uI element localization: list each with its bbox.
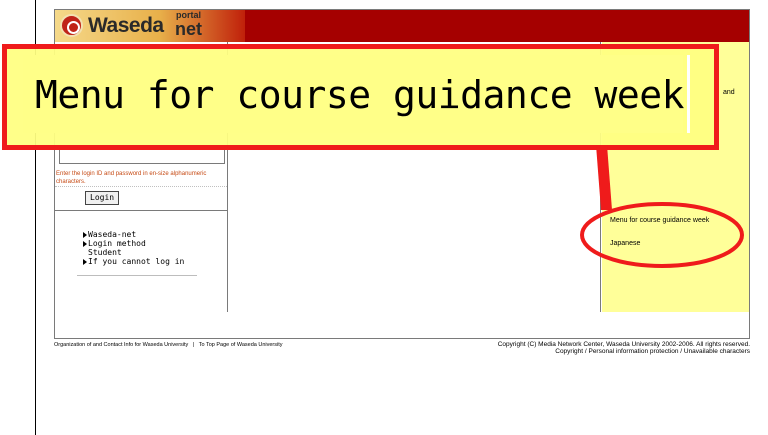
footer-copyright: Copyright (C) Media Network Center, Wase… [370, 341, 750, 355]
link-student[interactable]: Student [83, 248, 184, 257]
triangle-right-icon [83, 231, 87, 238]
divider [77, 275, 197, 276]
logo-subtext: portal net [175, 11, 202, 39]
footer-separator: | [192, 342, 195, 348]
triangle-right-icon [83, 258, 87, 265]
logo-net-text: net [175, 19, 202, 39]
top-page-link[interactable]: To Top Page of Waseda University [199, 342, 283, 348]
link-label: If you cannot log in [88, 257, 185, 266]
course-guidance-menu-link[interactable]: Menu for course guidance week [610, 217, 709, 224]
callout-zoom-panel: Menu for course guidance week [23, 55, 684, 133]
callout-text: Menu for course guidance week [35, 73, 684, 117]
login-hint: Enter the login ID and password in en-si… [55, 170, 227, 187]
password-input[interactable] [59, 148, 225, 164]
help-links: Waseda-net Login method Student If you c… [83, 230, 184, 266]
triangle-right-icon [83, 240, 87, 247]
link-waseda-net[interactable]: Waseda-net [83, 230, 184, 239]
footer-links-left: Organization of and Contact Info for Was… [54, 342, 282, 348]
portal-header: Waseda portal net [55, 10, 749, 42]
callout-divider [687, 55, 690, 133]
login-button[interactable]: Login [85, 191, 120, 205]
login-button-row: Login [55, 187, 227, 211]
university-emblem-icon [60, 14, 83, 37]
partial-text: and [723, 89, 735, 96]
annotation-callout: Menu for course guidance week [2, 44, 719, 150]
link-login-method[interactable]: Login method [83, 239, 184, 248]
waseda-logo[interactable]: Waseda portal net [55, 10, 245, 42]
japanese-language-link[interactable]: Japanese [610, 240, 640, 247]
link-label: Login method [88, 239, 146, 248]
logo-text: Waseda [88, 14, 164, 37]
footer-policy-links[interactable]: Copyright / Personal information protect… [370, 348, 750, 355]
link-label: Waseda-net [88, 230, 137, 239]
link-label: Student [88, 248, 122, 257]
copyright-text: Copyright (C) Media Network Center, Wase… [497, 341, 750, 348]
link-cannot-log-in[interactable]: If you cannot log in [83, 257, 184, 266]
organization-contact-link[interactable]: Organization of and Contact Info for Was… [54, 342, 188, 348]
